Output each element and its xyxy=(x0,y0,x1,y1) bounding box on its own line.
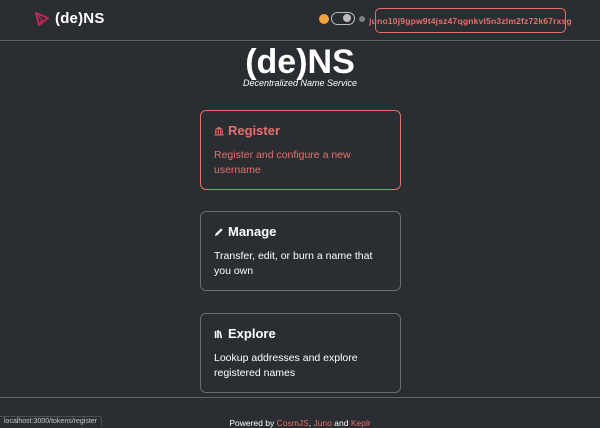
brand-link[interactable]: (de)NS xyxy=(34,10,105,27)
footer-and: and xyxy=(334,418,349,428)
books-icon xyxy=(214,329,223,338)
register-card-title: Register xyxy=(228,123,281,138)
keplr-link[interactable]: Keplr xyxy=(351,418,371,428)
explore-card-description: Lookup addresses and explore registered … xyxy=(214,352,358,379)
manage-card-title: Manage xyxy=(228,224,277,239)
theme-toggle[interactable] xyxy=(320,12,365,25)
status-bar-url: localhost:3000/tokens/register xyxy=(0,416,102,426)
toggle-switch[interactable] xyxy=(331,12,355,25)
page-subtitle: Decentralized Name Service xyxy=(242,78,358,88)
moon-icon xyxy=(359,15,365,22)
brand-name: (de)NS xyxy=(55,10,105,27)
navbar: (de)NS juno10j9gpw9t4jsz47qgnkvl5n3zlm2f… xyxy=(0,0,600,41)
logo-icon xyxy=(35,11,49,26)
explore-card[interactable]: Explore Lookup addresses and explore reg… xyxy=(200,313,401,393)
juno-link[interactable]: Juno xyxy=(313,418,331,428)
explore-card-title: Explore xyxy=(228,326,276,341)
manage-card[interactable]: Manage Transfer, edit, or burn a name th… xyxy=(200,211,401,291)
page-title: (de)NS xyxy=(245,43,355,81)
toggle-knob xyxy=(343,14,351,22)
wallet-address-button[interactable]: juno10j9gpw9t4jsz47qgnkvl5n3zlm2fz72k67r… xyxy=(369,8,572,33)
register-card-description: Register and configure a new username xyxy=(214,149,351,176)
footer-divider xyxy=(0,397,600,398)
register-card[interactable]: Register Register and configure a new us… xyxy=(200,110,401,190)
pencil-icon xyxy=(215,227,223,236)
footer-powered-by: Powered by xyxy=(229,418,275,428)
cosmjs-link[interactable]: CosmJS xyxy=(277,418,309,428)
manage-card-description: Transfer, edit, or burn a name that you … xyxy=(214,250,373,277)
sun-icon xyxy=(320,14,328,23)
footer-separator: , xyxy=(308,418,312,428)
bank-icon xyxy=(214,126,224,135)
